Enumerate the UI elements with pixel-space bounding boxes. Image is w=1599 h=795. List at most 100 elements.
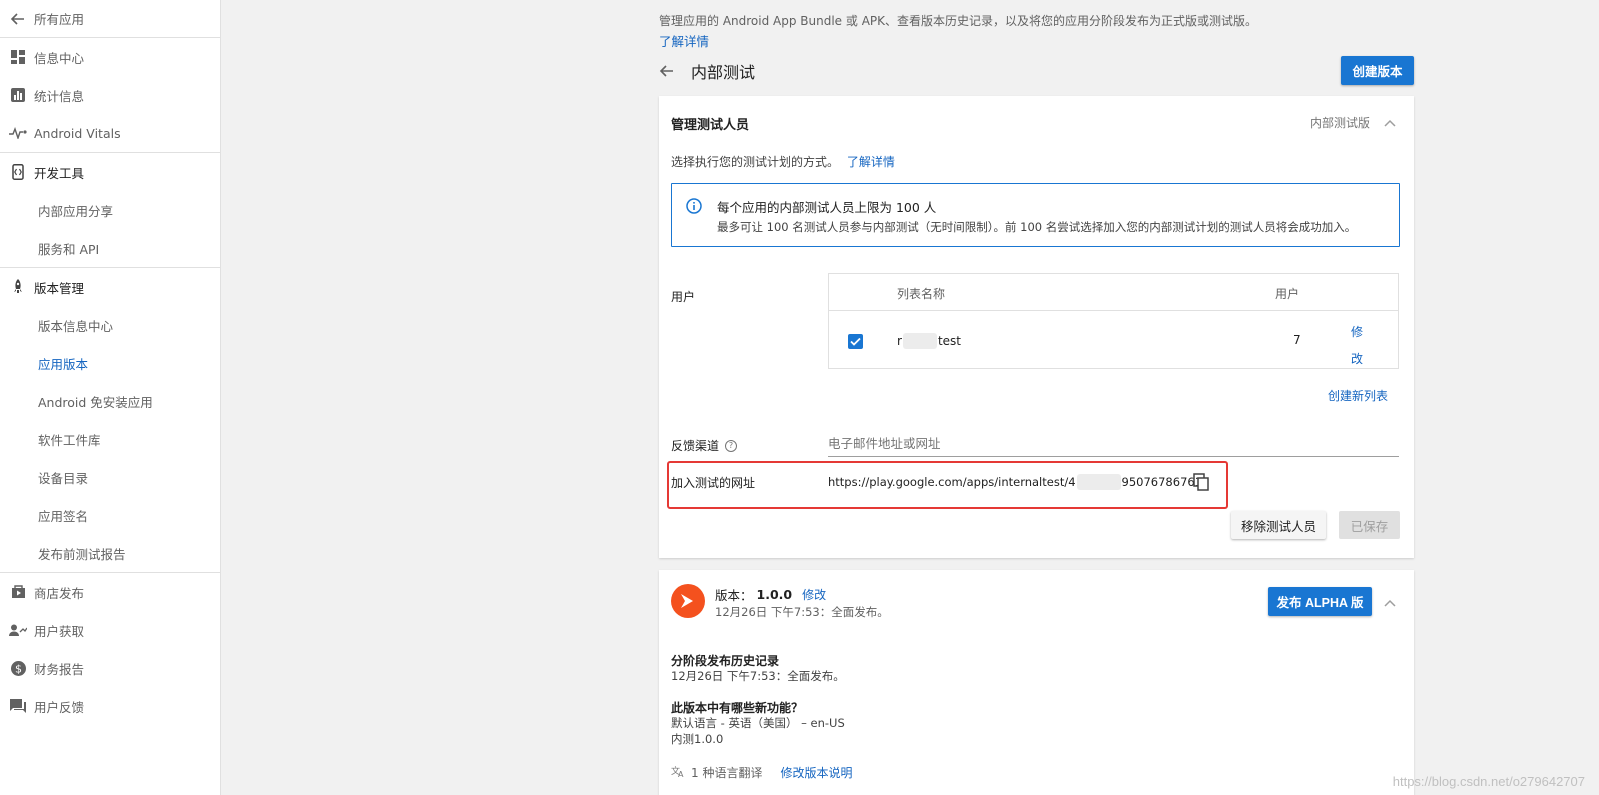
back-arrow-icon[interactable] [659,63,691,79]
sidebar-item-label: 服务和 API [38,241,100,257]
list-user-count: 7 [1293,333,1301,347]
list-name-start: r [897,334,902,348]
info-icon [686,198,702,218]
sidebar-item-financial-reports[interactable]: $ 财务报告 [0,649,220,687]
saved-button: 已保存 [1339,511,1400,539]
translations-count: 1 种语言翻译 [691,766,763,780]
sidebar-item-label: 应用版本 [38,356,89,372]
sidebar-item-app-signing[interactable]: 应用签名 [0,496,220,534]
join-url-label: 加入测试的网址 [671,476,756,490]
redacted-text [1076,474,1121,490]
version-number: 1.0.0 [756,587,793,602]
back-to-all-apps[interactable]: 所有应用 [0,0,220,38]
dollar-circle-icon: $ [0,660,34,676]
card-track-label: 内部测试版 [1310,114,1396,131]
sidebar-item-app-releases[interactable]: 应用版本 [0,344,220,382]
edit-release-link[interactable]: 修改 [802,586,826,603]
description-text: 选择执行您的测试计划的方式。 [671,155,840,169]
release-version: 版本： 1.0.0 修改 [715,585,826,604]
back-label: 所有应用 [34,12,85,27]
sidebar-item-dev-tools[interactable]: 开发工具 [0,153,220,191]
release-date: 12月26日 下午7:53：全面发布。 [715,605,889,619]
card-description: 选择执行您的测试计划的方式。 了解详情 [671,153,895,170]
learn-more-link[interactable]: 了解详情 [659,31,1419,50]
rollout-history-text: 12月26日 下午7:53：全面发布。 [671,669,845,683]
track-label: 内部测试版 [1309,116,1370,130]
sidebar-item-label: 用户获取 [34,623,85,639]
whats-new-language: 默认语言 - 英语（美国） – en-US [671,716,845,730]
chevron-up-icon[interactable] [1384,116,1396,130]
sidebar-item-label: 信息中心 [34,50,85,66]
sidebar-item-label: 财务报告 [34,661,85,677]
sidebar-item-release-dashboard[interactable]: 版本信息中心 [0,306,220,344]
join-url-end: 95076786761 [1121,475,1203,489]
redacted-text [902,333,937,349]
store-play-icon [0,585,34,599]
arrow-back-icon [0,11,34,27]
sidebar-item-label: Android Vitals [34,125,121,141]
whats-new-title: 此版本中有哪些新功能？ [671,701,804,715]
feedback-chat-icon [0,699,34,713]
create-new-list-link[interactable]: 创建新列表 [1328,387,1388,404]
list-name: r test [897,333,961,349]
sidebar-item-label: 应用签名 [38,508,89,524]
user-acquisition-icon [0,624,34,636]
sidebar-item-android-vitals[interactable]: Android Vitals [0,114,220,152]
sidebar-item-services-api[interactable]: 服务和 API [0,229,220,267]
sidebar-item-release-management[interactable]: 版本管理 [0,268,220,306]
sidebar-item-label: 统计信息 [34,88,85,104]
edit-release-notes-link[interactable]: 修改版本说明 [780,764,852,781]
sidebar-item-store-presence[interactable]: 商店发布 [0,573,220,611]
remove-testers-button[interactable]: 移除测试人员 [1231,511,1326,539]
translations-row: 文A 1 种语言翻译 修改版本说明 [671,764,852,781]
feedback-channel-input[interactable] [828,431,1399,457]
feedback-channel-label: 反馈渠道 ? [671,437,738,454]
join-url[interactable]: https://play.google.com/apps/internaltes… [828,474,1202,490]
version-label: 版本： [715,588,753,603]
whats-new-text: 内测1.0.0 [671,732,724,746]
sidebar-item-label: 软件工件库 [38,432,101,448]
rollout-history-title: 分阶段发布历史记录 [671,654,780,668]
bar-chart-icon [0,88,34,102]
rocket-icon [0,279,34,295]
sidebar-item-label: 发布前测试报告 [38,546,126,562]
create-release-button[interactable]: 创建版本 [1341,56,1414,85]
translate-icon: 文A [671,765,685,780]
developer-tools-icon [0,164,34,180]
sidebar-item-user-feedback[interactable]: 用户反馈 [0,687,220,725]
checkmark-icon [850,337,861,346]
feedback-label-text: 反馈渠道 [671,439,720,453]
copy-icon[interactable] [1193,473,1209,495]
sidebar-item-internal-app-sharing[interactable]: 内部应用分享 [0,191,220,229]
sidebar-item-device-catalog[interactable]: 设备目录 [0,458,220,496]
join-url-start: https://play.google.com/apps/internaltes… [828,475,1076,489]
sidebar-item-user-acquisition[interactable]: 用户获取 [0,611,220,649]
sidebar-item-artifact-library[interactable]: 软件工件库 [0,420,220,458]
tester-lists-table: 列表名称 用户 r test 7 修改 [828,273,1399,369]
edit-list-link[interactable]: 修改 [1351,319,1365,373]
sidebar-item-dashboard[interactable]: 信息中心 [0,38,220,76]
users-label: 用户 [671,290,696,304]
list-checkbox[interactable] [848,334,863,349]
chevron-up-icon[interactable] [1384,596,1396,611]
page-intro: 管理应用的 Android App Bundle 或 APK、查看版本历史记录，… [659,12,1419,50]
sidebar-item-prelaunch-report[interactable]: 发布前测试报告 [0,534,220,572]
page-title-row: 内部测试 创建版本 [659,56,1414,86]
release-logo-icon [671,584,705,618]
table-row: r test 7 修改 [829,311,1398,369]
info-text: 最多可让 100 名测试人员参与内部测试（无时间限制）。前 100 名尝试选择加… [717,220,1357,234]
sidebar-item-instant-apps[interactable]: Android 免安装应用 [0,382,220,420]
watermark: https://blog.csdn.net/o279642707 [1392,774,1585,789]
svg-text:$: $ [15,662,22,675]
sidebar-item-label: 开发工具 [34,165,85,181]
info-banner: 每个应用的内部测试人员上限为 100 人 最多可让 100 名测试人员参与内部测… [671,183,1400,247]
sidebar-item-statistics[interactable]: 统计信息 [0,76,220,114]
learn-more-link[interactable]: 了解详情 [847,155,895,169]
publish-alpha-button[interactable]: 发布 ALPHA 版 [1268,587,1372,616]
release-card: 版本： 1.0.0 修改 12月26日 下午7:53：全面发布。 发布 ALPH… [659,570,1414,795]
help-icon[interactable]: ? [725,439,738,452]
intro-text: 管理应用的 Android App Bundle 或 APK、查看版本历史记录，… [659,14,1258,28]
sidebar: 所有应用 信息中心 统计信息 Android Vitals 开发工具 内部应用分… [0,0,221,795]
sidebar-item-label: 商店发布 [34,585,85,601]
sidebar-item-label: Android 免安装应用 [38,394,153,410]
